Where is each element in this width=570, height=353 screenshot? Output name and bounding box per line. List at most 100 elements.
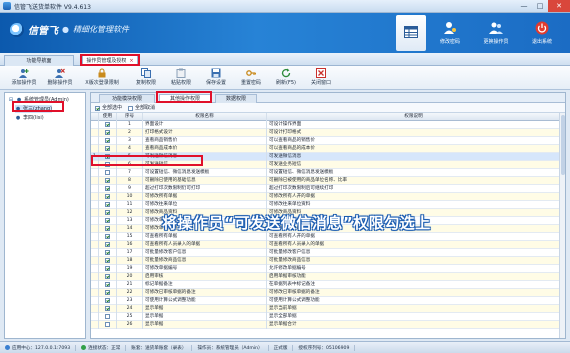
table-row[interactable]: 15 可查看所有单据 可查看所有人开的单据	[91, 233, 565, 241]
permission-checkbox[interactable]	[105, 322, 110, 327]
permission-checkbox[interactable]	[105, 306, 110, 311]
tab-module-permissions[interactable]: 功能模块权限	[99, 94, 155, 103]
permission-description: 可查看所有人员录入的单据	[267, 241, 561, 249]
tab-function-nav-label: 功能导航面	[26, 58, 52, 64]
table-row[interactable]: 1 界面设计 可设计操作界面	[91, 121, 565, 129]
login-limit-label: X版次登录限制	[85, 80, 119, 86]
permission-checkbox[interactable]	[105, 266, 110, 271]
permission-name: 可修改往来单位	[143, 201, 267, 209]
tab-close-icon[interactable]: ×	[129, 58, 133, 64]
permission-checkbox[interactable]	[105, 290, 110, 295]
table-view-button[interactable]	[396, 15, 426, 51]
permission-checkbox[interactable]	[105, 122, 110, 127]
permission-checkbox[interactable]	[105, 146, 110, 151]
table-row[interactable]: 20 启用审核 启用单据审核功能	[91, 273, 565, 281]
collapse-icon[interactable]: ⊟	[8, 97, 14, 103]
table-row[interactable]: 11 可修改往来单位 可修改往来单位资料	[91, 201, 565, 209]
permission-checkbox[interactable]	[105, 130, 110, 135]
table-row[interactable]: 26 显示单据 显示单据合计	[91, 321, 565, 329]
col-permission-desc[interactable]: 权限说明	[267, 113, 561, 121]
row-number: 4	[117, 145, 143, 153]
reset-password-button[interactable]: 重置密码	[233, 68, 269, 88]
table-row[interactable]: 2 打印格式设计 可设计打印格式	[91, 129, 565, 137]
table-row[interactable]: 22 可修改已审核单据的备注 可修改已审核单据的备注	[91, 289, 565, 297]
deselect-all-button[interactable]: 全部取消	[128, 104, 155, 111]
delete-operator-button[interactable]: 删除操作员	[42, 68, 78, 88]
permission-checkbox[interactable]	[105, 282, 110, 287]
permission-checkbox[interactable]	[105, 194, 110, 199]
table-row[interactable]: 23 可使用计算公式调整功能 可使用计算公式调整功能	[91, 297, 565, 305]
tree-item-admin[interactable]: ⊟ ● 系统管理员(Admin)	[8, 96, 69, 104]
row-number: 1	[117, 121, 143, 129]
permission-checkbox[interactable]	[105, 170, 110, 175]
table-row[interactable]: 7 可设置短信、微信消息发送模板 可设置短信、微信消息发送模板	[91, 169, 565, 177]
minimize-button[interactable]: —	[516, 0, 532, 12]
add-operator-button[interactable]: 添加操作员	[6, 68, 42, 88]
table-row[interactable]: 25 显示单据 显示全部单据	[91, 313, 565, 321]
permission-checkbox[interactable]	[105, 162, 110, 167]
copy-permissions-button[interactable]: 复制权限	[128, 68, 164, 88]
table-row[interactable]: 9 超过打印次数限制仍可打印 超过打印次数限制后可继续打印	[91, 185, 565, 193]
table-row[interactable]: 18 可批量修改商品信息 可批量修改商品信息	[91, 257, 565, 265]
permission-checkbox[interactable]	[105, 298, 110, 303]
row-number: 9	[117, 185, 143, 193]
permission-checkbox[interactable]	[105, 314, 110, 319]
permission-checkbox[interactable]	[105, 178, 110, 183]
table-row[interactable]: 8 可删除已使用的基础信息 可删除已被使用的商品单位名称、比率	[91, 177, 565, 185]
permission-checkbox[interactable]	[105, 234, 110, 239]
table-row[interactable]: 16 可查看所有人员录入的单据 可查看所有人员录入的单据	[91, 241, 565, 249]
nav-tabs: 功能导航面 操作员管理及授权 ×	[0, 53, 570, 66]
row-number: 26	[117, 321, 143, 329]
permission-checkbox[interactable]	[105, 202, 110, 207]
switch-operator-button[interactable]: 更换操作员	[474, 15, 518, 51]
status-app-center-text: 应用中心：127.0.0.1:7093	[12, 345, 71, 351]
permission-checkbox[interactable]	[105, 226, 110, 231]
table-row[interactable]: 17 可批量修改客户信息 可批量修改客户信息	[91, 249, 565, 257]
row-marker	[91, 193, 99, 201]
maximize-button[interactable]: □	[532, 0, 548, 12]
table-row[interactable]: 21 标记单据备注 在单据列表中标记备注	[91, 281, 565, 289]
table-row[interactable]: 1 5 可发送微信消息 可发送微信消息	[91, 153, 565, 161]
use-cell	[99, 313, 117, 321]
save-settings-button[interactable]: 保存设置	[198, 68, 234, 88]
tab-operator-management[interactable]: 操作员管理及授权 ×	[82, 55, 138, 66]
table-row[interactable]: 19 可修改单据编号 允许修改单据编号	[91, 265, 565, 273]
select-all-button[interactable]: 全部选中	[95, 104, 122, 111]
row-marker	[91, 265, 99, 273]
table-row[interactable]: 3 查看商品销售价 可以查看商品的销售价	[91, 137, 565, 145]
refresh-icon	[281, 68, 291, 78]
col-permission-name[interactable]: 权限名称	[143, 113, 267, 121]
tab-other-permissions[interactable]: 其他操作权限	[159, 94, 211, 103]
vertical-scrollbar[interactable]	[559, 113, 565, 338]
table-row[interactable]: 6 可发送短信 可发送业务短信	[91, 161, 565, 169]
permission-checkbox[interactable]	[105, 154, 110, 159]
change-password-button[interactable]: 修改密码	[428, 15, 472, 51]
login-limit-button[interactable]: X版次登录限制	[80, 68, 124, 88]
permission-checkbox[interactable]	[105, 138, 110, 143]
permission-checkbox[interactable]	[105, 218, 110, 223]
scrollbar-thumb[interactable]	[561, 115, 565, 175]
tab-function-nav[interactable]: 功能导航面	[4, 55, 74, 66]
close-button[interactable]: ✕	[548, 0, 570, 12]
table-row[interactable]: 24 显示单据 显示当前单据	[91, 305, 565, 313]
paste-permissions-button[interactable]: 粘贴权限	[163, 68, 199, 88]
permission-checkbox[interactable]	[105, 242, 110, 247]
col-no[interactable]: 序号	[117, 113, 143, 121]
permission-description: 可设计打印格式	[267, 129, 561, 137]
tree-item-zhang[interactable]: ● 张三(zhang)	[15, 105, 53, 113]
permission-checkbox[interactable]	[105, 250, 110, 255]
permission-checkbox[interactable]	[105, 210, 110, 215]
row-marker	[91, 161, 99, 169]
permission-checkbox[interactable]	[105, 274, 110, 279]
tab-data-permissions[interactable]: 数据权限	[215, 94, 257, 103]
table-row[interactable]: 10 可修改所有单据 可修改所有人开的单据	[91, 193, 565, 201]
users-icon	[489, 21, 503, 35]
close-window-button[interactable]: 关闭窗口	[303, 68, 339, 88]
tree-item-lisi[interactable]: ● 李四(lisi)	[15, 114, 44, 122]
col-use[interactable]: 使用	[99, 113, 117, 121]
exit-system-button[interactable]: 退出系统	[520, 15, 564, 51]
permission-checkbox[interactable]	[105, 186, 110, 191]
table-row[interactable]: 4 查看商品成本价 可以查看商品的成本价	[91, 145, 565, 153]
permission-checkbox[interactable]	[105, 258, 110, 263]
refresh-button[interactable]: 刷新(F5)	[268, 68, 304, 88]
